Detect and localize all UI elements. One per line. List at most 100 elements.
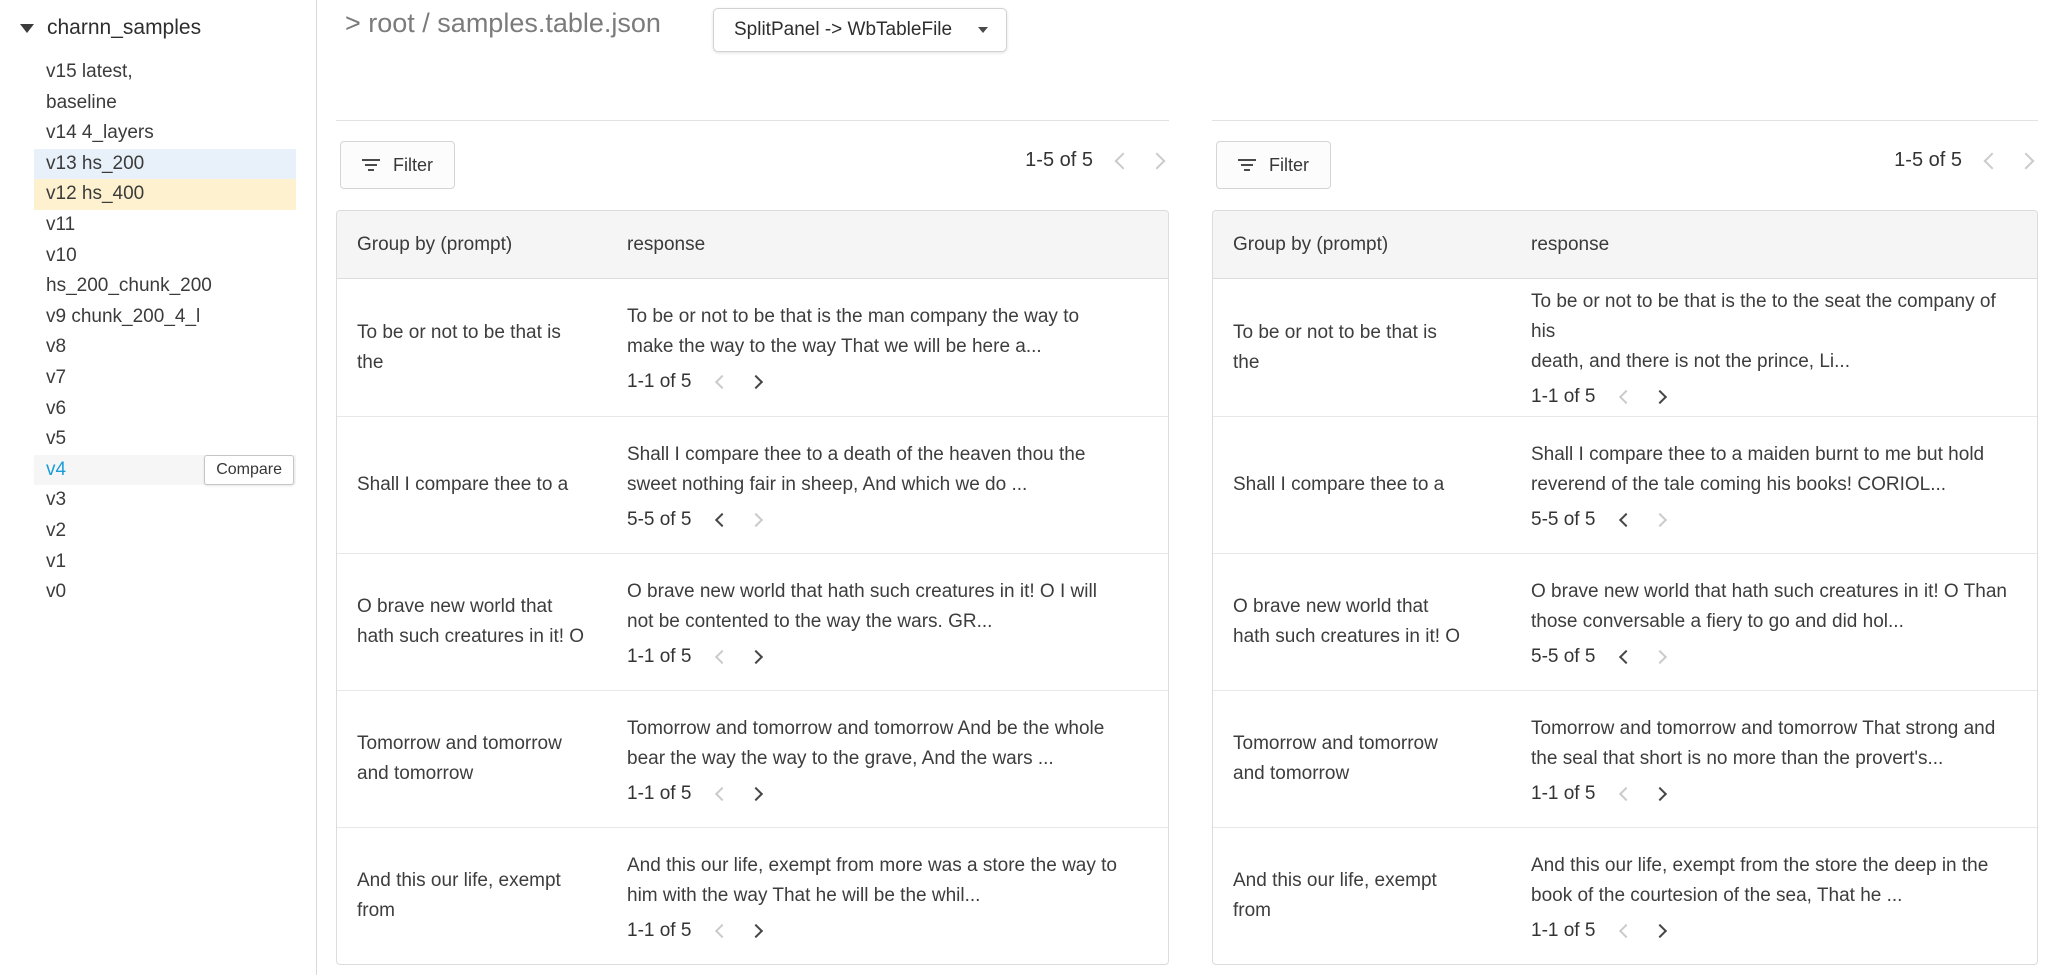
version-label: v11 xyxy=(46,214,75,235)
column-header-response[interactable]: response xyxy=(1531,234,2037,256)
table-row: Shall I compare thee to a Shall I compar… xyxy=(1213,416,2037,553)
table-panel-right: Filter 1-5 of 5 Group by (prompt) respon… xyxy=(1212,0,2038,975)
sidebar-item-v12[interactable]: v12 hs_400 xyxy=(34,179,296,210)
chevron-left-icon[interactable] xyxy=(1619,390,1633,404)
prompt-cell: Tomorrow and tomorrow and tomorrow xyxy=(1213,729,1531,789)
table-row: Shall I compare thee to a Shall I compar… xyxy=(337,416,1168,553)
filter-icon xyxy=(362,159,380,171)
sidebar-item-v13[interactable]: v13 hs_200 xyxy=(34,149,296,180)
version-label: v13 hs_200 xyxy=(46,153,144,174)
prompt-cell: O brave new world that hath such creatur… xyxy=(337,592,627,652)
filter-button[interactable]: Filter xyxy=(1216,141,1331,189)
version-label: v2 xyxy=(46,520,66,541)
data-table: Group by (prompt) response To be or not … xyxy=(1212,210,2038,965)
response-cell: Shall I compare thee to a maiden burnt t… xyxy=(1531,440,2037,531)
chevron-left-icon[interactable] xyxy=(1984,152,2001,169)
table-row: And this our life, exempt from And this … xyxy=(1213,827,2037,964)
prompt-cell: And this our life, exempt from xyxy=(337,866,627,926)
prompt-cell: To be or not to be that is the xyxy=(337,318,627,378)
chevron-right-icon[interactable] xyxy=(2018,152,2035,169)
chevron-left-icon[interactable] xyxy=(1619,649,1633,663)
row-pagination: 1-1 of 5 xyxy=(1531,783,2017,805)
table-row: O brave new world that hath such creatur… xyxy=(337,553,1168,690)
response-text: Shall I compare thee to a death of the h… xyxy=(627,440,1148,500)
pagination-range: 1-1 of 5 xyxy=(1531,386,1595,408)
artifact-file-viewer: charnn_samples v15 latest, baselinev14 4… xyxy=(0,0,2048,975)
sidebar-item-v8[interactable]: v8 xyxy=(34,332,296,363)
version-list: v15 latest, baseline v14 4_layers v13 hs_2… xyxy=(0,57,316,608)
prompt-cell: Shall I compare thee to a xyxy=(337,470,627,500)
filter-button[interactable]: Filter xyxy=(340,141,455,189)
chevron-right-icon[interactable] xyxy=(1653,390,1667,404)
sidebar-item-v1[interactable]: v1 xyxy=(34,547,296,578)
response-text: Tomorrow and tomorrow and tomorrow That … xyxy=(1531,714,2017,774)
chevron-right-icon[interactable] xyxy=(1149,152,1166,169)
table-panel-left: Filter 1-5 of 5 Group by (prompt) respon… xyxy=(336,0,1169,975)
sidebar-item-v4[interactable]: v4 Compare xyxy=(34,455,296,486)
sidebar-item-v15[interactable]: v15 latest, baseline xyxy=(34,57,296,118)
chevron-left-icon[interactable] xyxy=(715,649,729,663)
chevron-left-icon[interactable] xyxy=(1619,786,1633,800)
row-pagination: 1-1 of 5 xyxy=(1531,920,2017,942)
prompt-text: To be or not to be that is the xyxy=(1233,318,1507,378)
row-pagination: 1-1 of 5 xyxy=(1531,386,2017,408)
sidebar-item-v10[interactable]: v10 xyxy=(34,241,296,272)
chevron-right-icon[interactable] xyxy=(749,375,763,389)
version-label: v15 latest, baseline xyxy=(46,61,133,113)
artifact-version-sidebar: charnn_samples v15 latest, baselinev14 4… xyxy=(0,0,317,975)
row-pagination: 5-5 of 5 xyxy=(1531,509,2017,531)
chevron-right-icon[interactable] xyxy=(1653,512,1667,526)
version-label: v4 xyxy=(46,459,66,480)
table-header-row: Group by (prompt) response xyxy=(337,211,1168,279)
chevron-right-icon[interactable] xyxy=(1653,649,1667,663)
row-pagination: 1-1 of 5 xyxy=(627,371,1148,393)
collapse-triangle-icon[interactable] xyxy=(20,24,34,33)
chevron-left-icon[interactable] xyxy=(715,375,729,389)
prompt-cell: O brave new world that hath such creatur… xyxy=(1213,592,1531,652)
chevron-left-icon[interactable] xyxy=(1619,512,1633,526)
chevron-right-icon[interactable] xyxy=(1653,923,1667,937)
response-text: And this our life, exempt from more was … xyxy=(627,851,1148,911)
compare-button[interactable]: Compare xyxy=(204,455,294,485)
table-body: To be or not to be that is the To be or … xyxy=(337,279,1168,964)
chevron-left-icon[interactable] xyxy=(1619,923,1633,937)
chevron-left-icon[interactable] xyxy=(715,512,729,526)
chevron-right-icon[interactable] xyxy=(749,923,763,937)
pagination-range: 1-5 of 5 xyxy=(1894,149,1962,172)
sidebar-item-v3[interactable]: v3 xyxy=(34,485,296,516)
sidebar-item-v14[interactable]: v14 4_layers xyxy=(34,118,296,149)
sidebar-item-v7[interactable]: v7 xyxy=(34,363,296,394)
sidebar-item-v11[interactable]: v11 xyxy=(34,210,296,241)
sidebar-item-hs_200_chunk_200[interactable]: hs_200_chunk_200 xyxy=(34,271,296,302)
prompt-text: Shall I compare thee to a xyxy=(1233,470,1507,500)
version-label: v10 xyxy=(46,245,77,266)
sidebar-item-v6[interactable]: v6 xyxy=(34,394,296,425)
column-header-response[interactable]: response xyxy=(627,234,1168,256)
chevron-left-icon[interactable] xyxy=(715,923,729,937)
prompt-text: To be or not to be that is the xyxy=(357,318,603,378)
filter-button-label: Filter xyxy=(393,155,433,176)
table-row: And this our life, exempt from And this … xyxy=(337,827,1168,964)
prompt-cell: Shall I compare thee to a xyxy=(1213,470,1531,500)
prompt-cell: To be or not to be that is the xyxy=(1213,318,1531,378)
sidebar-item-v5[interactable]: v5 xyxy=(34,424,296,455)
chevron-right-icon[interactable] xyxy=(749,786,763,800)
chevron-left-icon[interactable] xyxy=(715,786,729,800)
chevron-right-icon[interactable] xyxy=(1653,786,1667,800)
chevron-left-icon[interactable] xyxy=(1115,152,1132,169)
panel-divider xyxy=(1212,120,2038,121)
column-header-prompt[interactable]: Group by (prompt) xyxy=(337,234,627,256)
sidebar-item-v0[interactable]: v0 xyxy=(34,577,296,608)
chevron-right-icon[interactable] xyxy=(749,512,763,526)
version-label: v3 xyxy=(46,489,66,510)
main-content: > root / samples.table.json SplitPanel -… xyxy=(318,0,2048,975)
version-label: v6 xyxy=(46,398,66,419)
chevron-right-icon[interactable] xyxy=(749,649,763,663)
row-pagination: 5-5 of 5 xyxy=(1531,646,2017,668)
sidebar-item-v9[interactable]: v9 chunk_200_4_l xyxy=(34,302,296,333)
pagination-range: 1-1 of 5 xyxy=(1531,920,1595,942)
sidebar-item-v2[interactable]: v2 xyxy=(34,516,296,547)
version-label: hs_200_chunk_200 xyxy=(46,275,212,296)
pagination-range: 1-1 of 5 xyxy=(627,371,691,393)
column-header-prompt[interactable]: Group by (prompt) xyxy=(1213,234,1531,256)
